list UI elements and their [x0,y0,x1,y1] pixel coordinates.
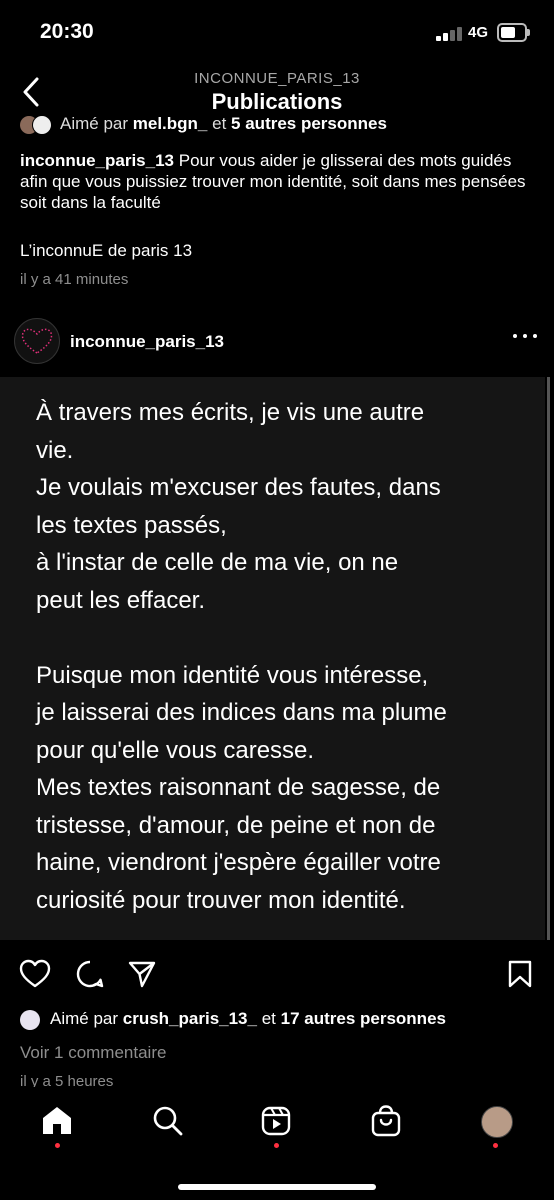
more-options-icon[interactable] [513,332,537,340]
share-icon[interactable] [127,959,157,989]
shop-icon[interactable] [371,1105,401,1137]
post-text-line: vie. [36,436,74,464]
notification-dot [493,1143,498,1148]
post-text-line: Puisque mon identité vous intéresse, [36,661,429,689]
post-username[interactable]: inconnue_paris_13 [70,332,224,352]
user-avatar[interactable] [14,318,60,364]
post-text-line: pour qu'elle vous caresse. [36,736,315,764]
post-timestamp: il y a 41 minutes [20,271,129,288]
battery-icon [497,23,530,42]
scrollbar[interactable] [547,377,550,940]
heart-icon[interactable] [19,959,51,989]
previous-post-likes[interactable]: Aimé par mel.bgn_ et 5 autres personnes [20,114,387,136]
previous-post-caption: inconnue_paris_13 Pour vous aider je gli… [20,150,530,213]
bottom-tab-bar [0,1088,554,1200]
bookmark-icon[interactable] [507,959,533,989]
notification-dot [274,1143,279,1148]
post-header: inconnue_paris_13 [0,316,554,370]
post-text-line: curiosité pour trouver mon identité. [36,886,406,914]
home-indicator[interactable] [178,1184,376,1190]
caption-username[interactable]: inconnue_paris_13 [20,151,174,170]
home-icon[interactable] [41,1105,73,1135]
post-text-line: Je voulais m'excuser des fautes, dans [36,474,441,501]
post-timestamp: il y a 5 heures [20,1073,114,1087]
nav-header: INCONNUE_PARIS_13 Publications [0,62,554,120]
reels-icon[interactable] [261,1106,291,1136]
nav-username: INCONNUE_PARIS_13 [194,70,360,87]
liker-avatar [20,1009,40,1030]
post-image-text: À travers mes écrits, je vis une autre v… [36,394,536,919]
liker-avatar [32,114,52,135]
status-time: 20:30 [40,20,94,43]
signal-icon [436,25,464,41]
post-text-line: haine, viendront j'espère égailler votre [36,849,441,876]
post-text-line [36,619,536,657]
notification-dot [55,1143,60,1148]
liker-username[interactable]: crush_paris_13_ [123,1009,257,1028]
post-text-line: tristesse, d'amour, de peine et non de [36,811,436,839]
post-text-line: à l'instar de celle de ma vie, on ne [36,549,399,576]
caption-signature: L’inconnuE de paris 13 [20,241,193,260]
likes-others[interactable]: 5 autres personnes [231,114,387,133]
view-comments-link[interactable]: Voir 1 commentaire [20,1043,166,1063]
post-actions [0,955,554,995]
post-text-line: Mes textes raisonnant de sagesse, de [36,774,441,801]
post-text-line: À travers mes écrits, je vis une autre [36,399,425,426]
liker-username[interactable]: mel.bgn_ [133,114,208,133]
network-type: 4G [468,24,489,41]
status-bar: 20:30 4G [0,0,554,62]
post-text-line: peut les effacer. [36,586,206,614]
search-icon[interactable] [152,1105,184,1137]
comment-icon[interactable] [75,959,105,989]
heart-logo-icon [21,328,53,354]
likes-others[interactable]: 17 autres personnes [281,1009,446,1028]
post-likes[interactable]: Aimé par crush_paris_13_ et 17 autres pe… [20,1009,446,1030]
post-text-line: je laisserai des indices dans ma plume [36,699,447,726]
post-text-line: les textes passés, [36,511,227,539]
profile-avatar[interactable] [481,1106,513,1138]
page-title: Publications [211,89,343,114]
